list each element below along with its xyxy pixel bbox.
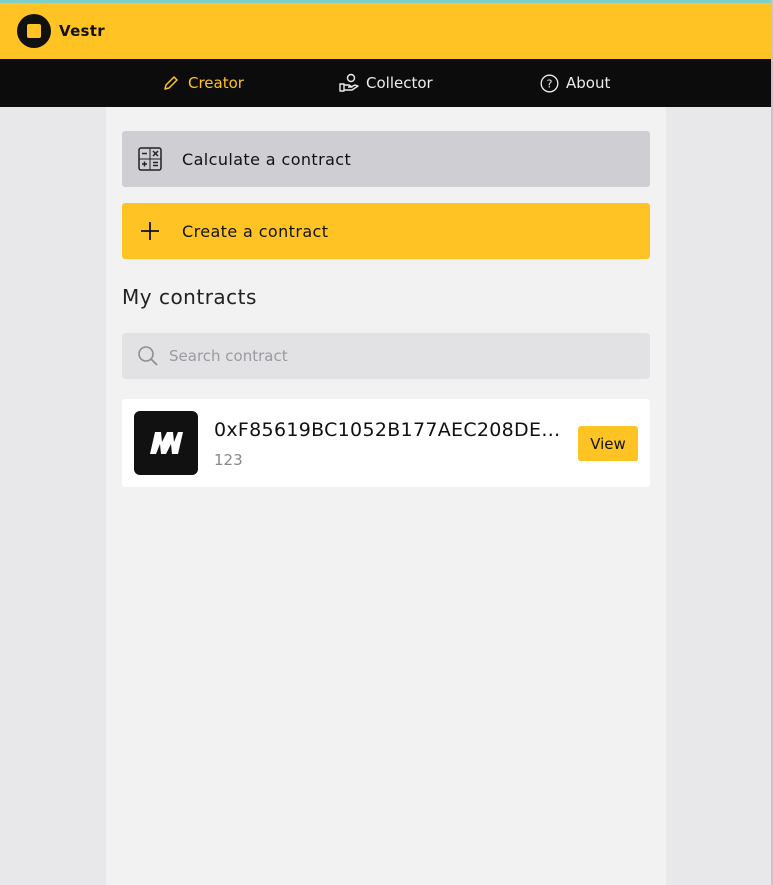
calculate-contract-button[interactable]: Calculate a contract [122, 131, 650, 187]
contract-subtitle: 123 [214, 451, 243, 469]
contract-card[interactable]: 0xF85619BC1052B177AEC208DE… 123 View [122, 399, 650, 487]
view-button[interactable]: View [578, 426, 638, 461]
search-input[interactable] [167, 346, 631, 366]
hand-coin-icon [339, 73, 359, 93]
nav-item-collector[interactable]: Collector [339, 59, 433, 107]
vestr-logo-icon[interactable] [17, 14, 51, 48]
nav-item-label: Creator [188, 74, 244, 92]
nav-item-creator[interactable]: Creator [161, 59, 244, 107]
contract-address: 0xF85619BC1052B177AEC208DE… [214, 419, 561, 441]
svg-text:?: ? [546, 77, 552, 90]
nav-item-label: Collector [366, 74, 433, 92]
main-panel: Calculate a contract Create a contract M… [106, 107, 666, 885]
calculate-contract-label: Calculate a contract [182, 149, 352, 169]
create-contract-button[interactable]: Create a contract [122, 203, 650, 259]
create-contract-label: Create a contract [182, 221, 329, 241]
calculator-icon [138, 147, 162, 171]
search-icon [137, 345, 159, 367]
mn-logo-icon [134, 411, 198, 475]
top-nav: Creator Collector ? About [0, 59, 771, 107]
app-name: Vestr [59, 22, 105, 40]
nav-item-about[interactable]: ? About [539, 59, 610, 107]
nav-item-label: About [566, 74, 611, 92]
my-contracts-title: My contracts [122, 285, 257, 309]
app-window: Vestr Creator Collector ? About Calculat… [0, 0, 773, 885]
question-circle-icon: ? [539, 73, 559, 93]
app-header: Vestr [0, 3, 771, 59]
plus-icon [138, 219, 162, 243]
pencil-icon [161, 73, 181, 93]
search-bar[interactable] [122, 333, 650, 379]
